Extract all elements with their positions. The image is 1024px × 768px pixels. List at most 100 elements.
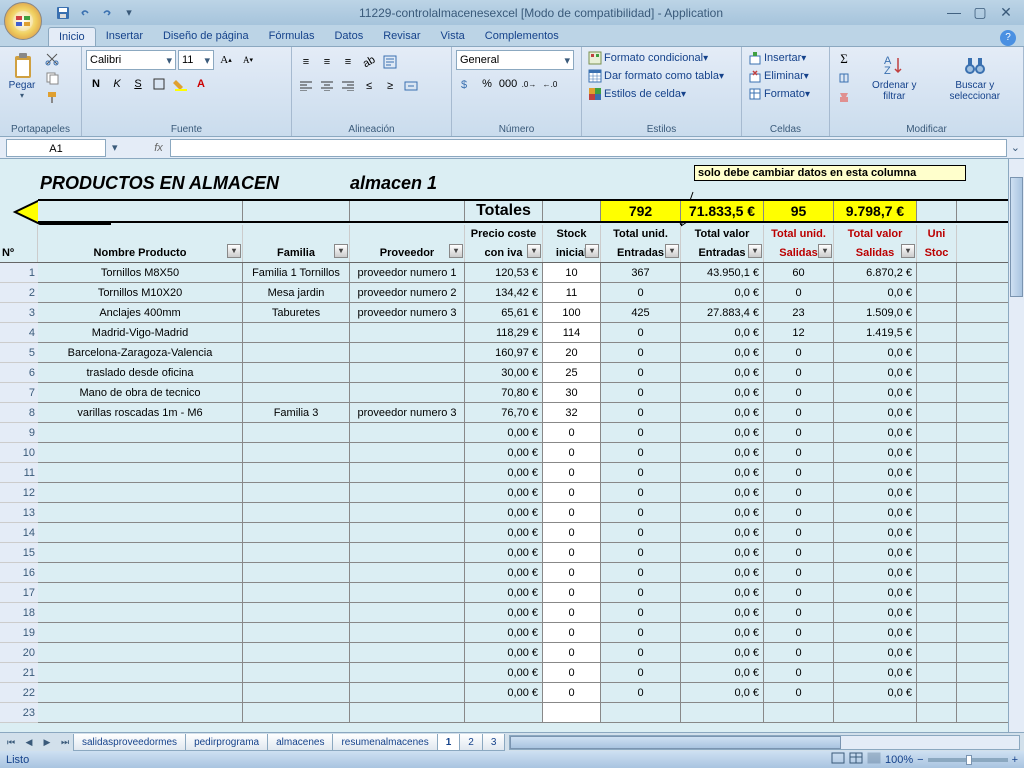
cell-proveedor[interactable] [350,643,465,662]
copy-icon[interactable] [42,69,62,87]
cell-stock[interactable]: 0 [543,643,601,662]
cell-valor-sal[interactable]: 0,0 € [834,663,917,682]
cell-stock-final[interactable] [917,683,957,702]
cell-valor-ent[interactable]: 0,0 € [681,583,764,602]
cell-unid-ent[interactable]: 0 [601,343,681,362]
cell-unid-sal[interactable]: 0 [764,463,834,482]
cell-precio[interactable]: 30,00 € [465,363,543,382]
cell-valor-ent[interactable]: 0,0 € [681,383,764,402]
cell-proveedor[interactable] [350,563,465,582]
cell-stock-final[interactable] [917,623,957,642]
cell-nombre[interactable]: Madrid-Vigo-Madrid [38,323,243,342]
cell-unid-sal[interactable]: 12 [764,323,834,342]
cell-unid-sal[interactable] [764,703,834,722]
cell-valor-sal[interactable]: 0,0 € [834,563,917,582]
undo-icon[interactable] [76,4,94,22]
first-sheet-icon[interactable]: ⏮ [2,737,20,748]
cell-stock[interactable]: 25 [543,363,601,382]
cell-unid-ent[interactable]: 0 [601,583,681,602]
cell-precio[interactable]: 0,00 € [465,623,543,642]
cell-unid-sal[interactable]: 0 [764,683,834,702]
zoom-level[interactable]: 100% [885,754,913,766]
ribbon-tab-vista[interactable]: Vista [431,27,475,46]
cell-unid-sal[interactable]: 0 [764,423,834,442]
cell-proveedor[interactable] [350,543,465,562]
cell-stock-final[interactable] [917,423,957,442]
cell-stock-final[interactable] [917,263,957,282]
cell-familia[interactable] [243,603,350,622]
cell-nombre[interactable] [38,663,243,682]
align-top-icon[interactable]: ≡ [296,52,316,72]
cell-unid-sal[interactable]: 0 [764,663,834,682]
cell-unid-ent[interactable]: 0 [601,283,681,302]
cell-nombre[interactable] [38,423,243,442]
cell-precio[interactable]: 0,00 € [465,663,543,682]
row-number[interactable]: 3 [0,303,38,323]
cell-unid-sal[interactable]: 0 [764,483,834,502]
paste-button[interactable]: Pegar ▾ [4,50,40,102]
cell-styles-button[interactable]: Estilos de celda ▾ [586,86,688,102]
cell-precio[interactable]: 65,61 € [465,303,543,322]
cell-precio[interactable]: 0,00 € [465,423,543,442]
cell-stock-final[interactable] [917,403,957,422]
zoom-in-button[interactable]: + [1012,754,1018,766]
cell-valor-ent[interactable]: 0,0 € [681,483,764,502]
cell-unid-ent[interactable]: 0 [601,663,681,682]
cell-stock[interactable]: 0 [543,603,601,622]
cell-proveedor[interactable] [350,503,465,522]
cell-stock-final[interactable] [917,303,957,322]
cell-valor-sal[interactable] [834,703,917,722]
row-number[interactable]: 22 [0,683,38,703]
cell-proveedor[interactable] [350,663,465,682]
cell-stock[interactable]: 100 [543,303,601,322]
cell-stock[interactable]: 0 [543,663,601,682]
table-row[interactable]: 0,00 €000,0 €00,0 € [38,463,1016,483]
table-row[interactable]: 0,00 €000,0 €00,0 € [38,563,1016,583]
row-number[interactable]: 15 [0,543,38,563]
sheet-tab-resumenalmacenes[interactable]: resumenalmacenes [332,734,437,751]
autosum-icon[interactable]: Σ [834,50,854,68]
cell-precio[interactable]: 0,00 € [465,583,543,602]
italic-button[interactable]: K [107,74,127,94]
cell-familia[interactable] [243,363,350,382]
cell-proveedor[interactable] [350,443,465,462]
border-button[interactable] [149,74,169,94]
filter-icon[interactable]: ▾ [818,244,832,258]
cell-stock[interactable]: 0 [543,443,601,462]
cell-proveedor[interactable] [350,603,465,622]
align-bottom-icon[interactable]: ≡ [338,52,358,72]
cell-familia[interactable] [243,563,350,582]
cell-nombre[interactable]: Tornillos M8X50 [38,263,243,282]
table-row[interactable]: 0,00 €000,0 €00,0 € [38,543,1016,563]
cell-precio[interactable]: 0,00 € [465,543,543,562]
cell-precio[interactable] [465,703,543,722]
cell-familia[interactable] [243,323,350,342]
next-sheet-icon[interactable]: ▶ [38,737,56,748]
cell-valor-ent[interactable]: 0,0 € [681,463,764,482]
cell-valor-sal[interactable]: 0,0 € [834,603,917,622]
cell-stock[interactable]: 0 [543,463,601,482]
cell-unid-sal[interactable]: 0 [764,363,834,382]
cell-stock-final[interactable] [917,343,957,362]
format-painter-icon[interactable] [42,88,62,106]
ribbon-tab-fórmulas[interactable]: Fórmulas [259,27,325,46]
cell-nombre[interactable] [38,523,243,542]
cell-valor-sal[interactable]: 0,0 € [834,583,917,602]
cell-valor-sal[interactable]: 0,0 € [834,463,917,482]
cell-stock-final[interactable] [917,443,957,462]
cell-nombre[interactable] [38,683,243,702]
cell-stock[interactable]: 0 [543,583,601,602]
table-row[interactable]: traslado desde oficina30,00 €2500,0 €00,… [38,363,1016,383]
wrap-text-icon[interactable] [380,52,400,72]
format-button[interactable]: Formato ▾ [746,86,812,102]
row-number[interactable]: 12 [0,483,38,503]
cell-stock-final[interactable] [917,463,957,482]
cell-precio[interactable]: 120,53 € [465,263,543,282]
table-row[interactable]: Barcelona-Zaragoza-Valencia160,97 €2000,… [38,343,1016,363]
cell-unid-ent[interactable]: 0 [601,323,681,342]
table-row[interactable]: 0,00 €000,0 €00,0 € [38,523,1016,543]
number-format-combo[interactable]: General▾ [456,50,574,70]
cell-nombre[interactable]: traslado desde oficina [38,363,243,382]
cell-familia[interactable] [243,463,350,482]
cell-nombre[interactable] [38,503,243,522]
